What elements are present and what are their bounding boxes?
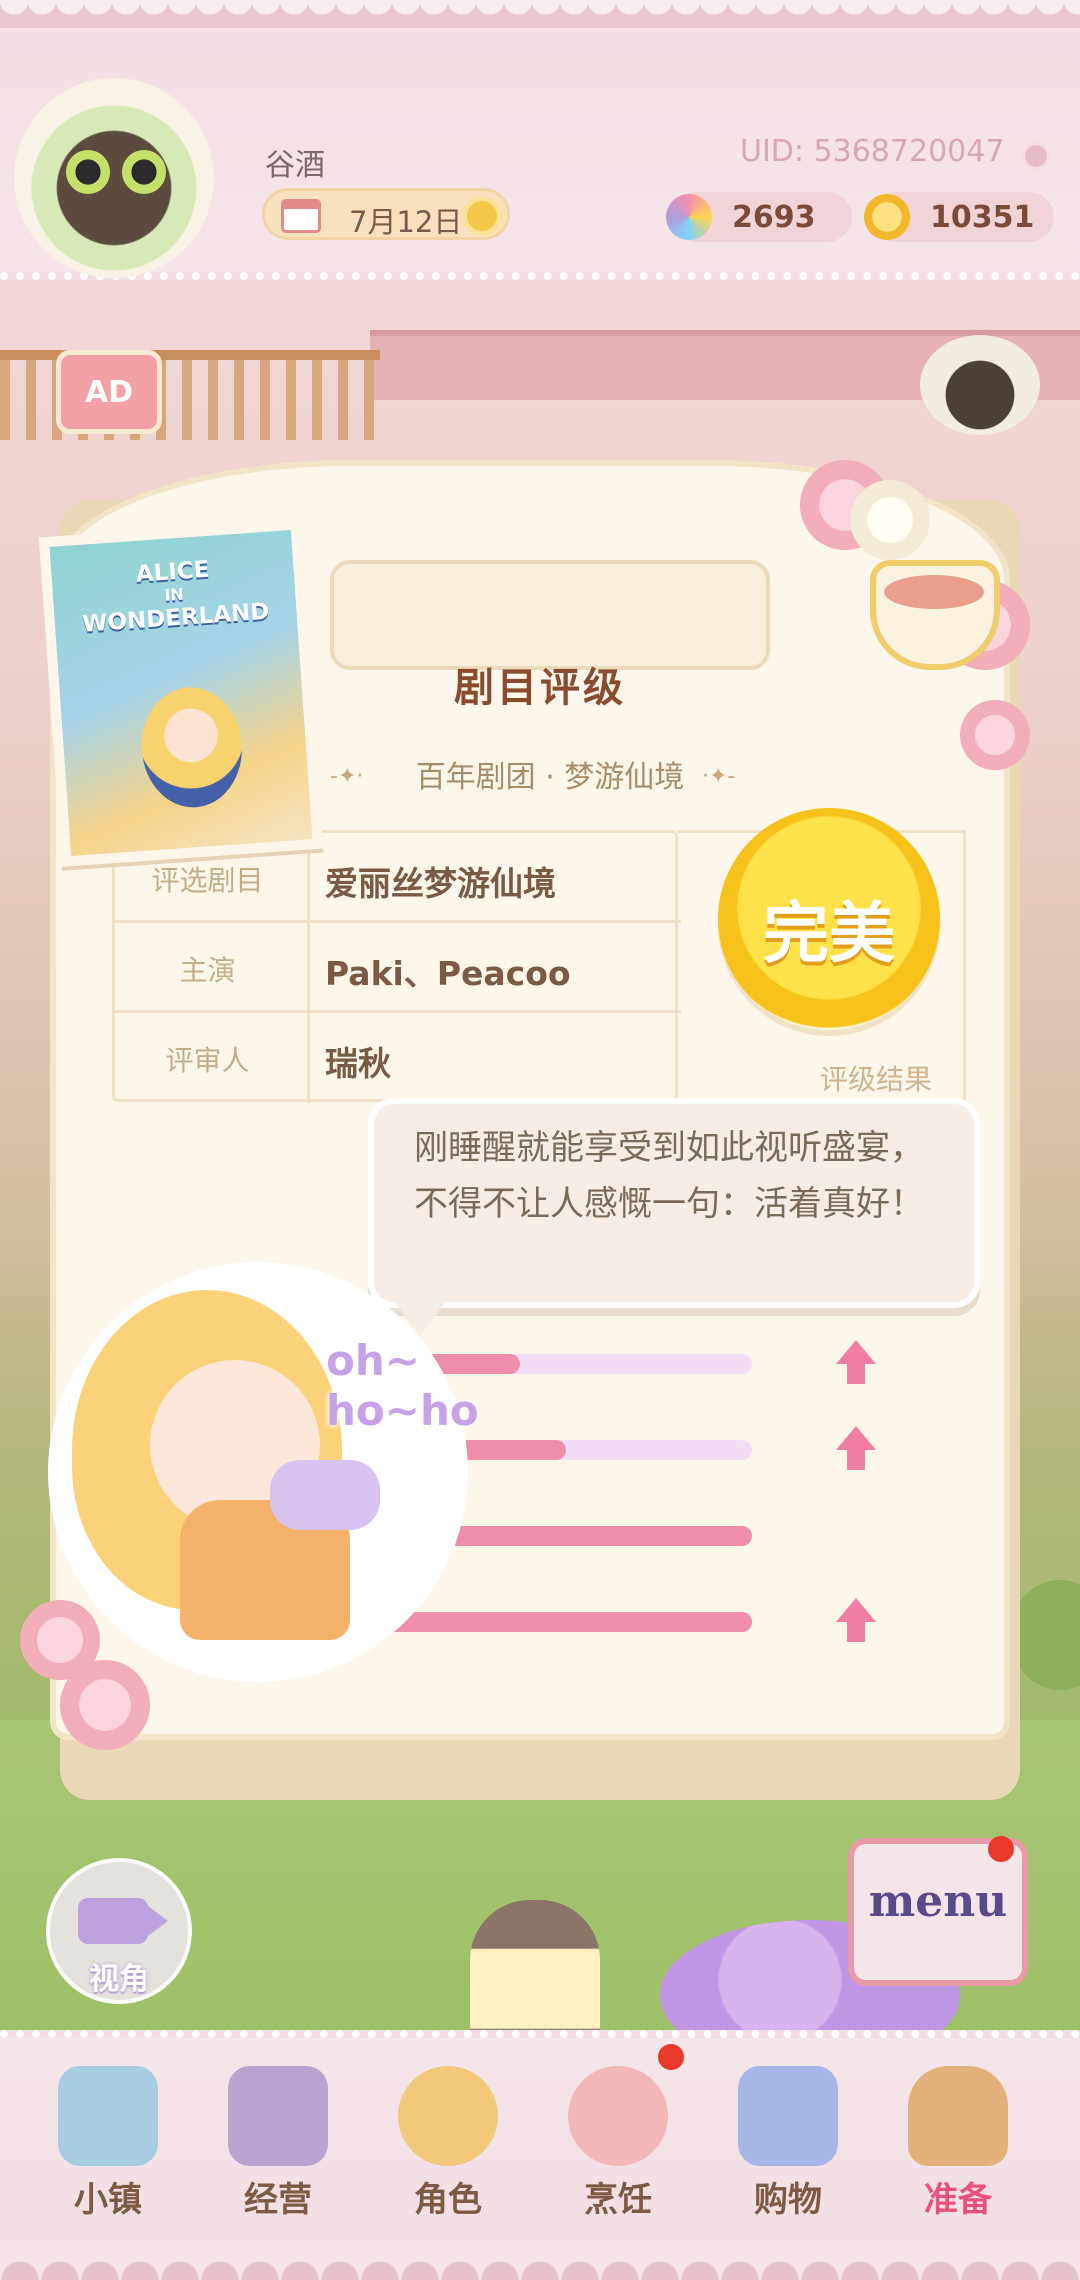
play-poster: ALICE IN WONDERLAND <box>38 519 324 867</box>
nav-item-character[interactable]: 角色 <box>368 2050 528 2230</box>
info-divider <box>307 923 310 1010</box>
character-sleeve <box>270 1460 380 1530</box>
calendar-icon <box>281 199 321 233</box>
info-label: 评选剧目 <box>151 864 264 897</box>
subtitle-right-ornament: ·✦- <box>702 764 736 789</box>
exclaim-line-2: ho~ho <box>326 1386 479 1435</box>
avatar-eye-left <box>66 150 110 194</box>
top-lace-border <box>0 0 1080 28</box>
nav-item-business[interactable]: 经营 <box>198 2050 358 2230</box>
rose-decoration <box>960 700 1030 770</box>
info-label: 评审人 <box>165 1044 250 1077</box>
rose-decoration <box>60 1660 150 1750</box>
info-divider <box>307 1013 310 1103</box>
character-exclamation: oh~ ho~ho <box>326 1336 479 1436</box>
uid-text: UID: 5368720047 <box>740 134 1005 169</box>
player-name: 谷酒 <box>265 148 325 183</box>
info-row-lead: 主演 Paki、Peacoo <box>115 923 681 1013</box>
sun-icon <box>467 201 497 231</box>
nav-item-town[interactable]: 小镇 <box>28 2050 188 2230</box>
nav-label: 购物 <box>754 2180 822 2220</box>
menu-notification-dot <box>988 1836 1014 1862</box>
date-text: 7月12日 <box>349 205 463 239</box>
rating-card-title: 剧目评级 <box>454 665 626 711</box>
poster-title: ALICE IN WONDERLAND <box>51 550 298 641</box>
gems-value: 2693 <box>732 200 816 235</box>
rating-info-table: 评选剧目 爱丽丝梦游仙境 主演 Paki、Peacoo 评审人 瑞秋 <box>112 830 681 1103</box>
rainbow-star-icon <box>666 194 712 240</box>
comment-line-2: 不得不让人感慨一句：活着真好！ <box>414 1184 924 1224</box>
poster-character <box>137 684 246 811</box>
currency-gems[interactable]: 2693 <box>666 192 852 242</box>
camera-lens-icon <box>148 1906 168 1936</box>
up-arrow-icon <box>836 1426 876 1472</box>
bottom-lace-border <box>0 2240 1080 2280</box>
currency-coins[interactable]: 10351 <box>864 192 1054 242</box>
info-row-reviewer: 评审人 瑞秋 <box>115 1013 681 1103</box>
result-label: 评级结果 <box>820 1063 933 1096</box>
picnic-basket-icon <box>908 2066 1008 2166</box>
sandwich-icon <box>568 2066 668 2166</box>
avatar-eye-right <box>122 150 166 194</box>
nav-label: 小镇 <box>74 2180 142 2220</box>
teacup-tea <box>884 575 984 609</box>
nav-item-shopping[interactable]: 购物 <box>708 2050 868 2230</box>
rating-ribbon-decoration <box>330 560 770 670</box>
shopping-bag-icon <box>738 2066 838 2166</box>
ad-tv-button[interactable]: AD <box>56 350 162 434</box>
info-value: 瑞秋 <box>325 1044 391 1083</box>
up-arrow-icon <box>836 1598 876 1644</box>
menu-label: menu <box>868 1876 1008 1927</box>
gold-coin-icon <box>864 194 910 240</box>
date-pill: 7月12日 <box>262 188 510 240</box>
nav-item-prepare[interactable]: 准备 <box>878 2050 1038 2230</box>
up-arrow-icon <box>836 1340 876 1386</box>
info-value: 爱丽丝梦游仙境 <box>325 864 556 903</box>
locked-shop-icon <box>228 2066 328 2166</box>
map-icon <box>58 2066 158 2166</box>
comment-line-1: 刚睡醒就能享受到如此视听盛宴， <box>414 1128 924 1168</box>
rose-decoration <box>850 480 930 560</box>
nav-label: 经营 <box>244 2180 312 2220</box>
ad-label: AD <box>84 375 134 410</box>
info-value: Paki、Peacoo <box>325 954 571 993</box>
chat-cat-icon[interactable] <box>920 335 1040 435</box>
coins-value: 10351 <box>930 200 1035 235</box>
nav-item-cooking[interactable]: 烹饪 <box>538 2050 698 2230</box>
nav-label: 角色 <box>414 2180 482 2220</box>
nav-label: 烹饪 <box>584 2180 652 2220</box>
exclaim-line-1: oh~ <box>326 1336 420 1385</box>
reviewer-comment: 刚睡醒就能享受到如此视听盛宴， 不得不让人感慨一句：活着真好！ <box>414 1120 954 1232</box>
camera-view-button[interactable]: 视角 <box>46 1858 192 2004</box>
nav-label: 准备 <box>924 2180 992 2220</box>
camera-view-label: 视角 <box>89 1962 149 1997</box>
info-label: 主演 <box>179 954 236 987</box>
cooking-notification-dot <box>658 2044 684 2070</box>
character-icon <box>398 2066 498 2166</box>
result-grade: 完美 <box>763 895 895 972</box>
copy-uid-icon[interactable] <box>1022 142 1050 170</box>
player-avatar[interactable] <box>14 78 214 278</box>
video-camera-icon <box>78 1898 148 1944</box>
